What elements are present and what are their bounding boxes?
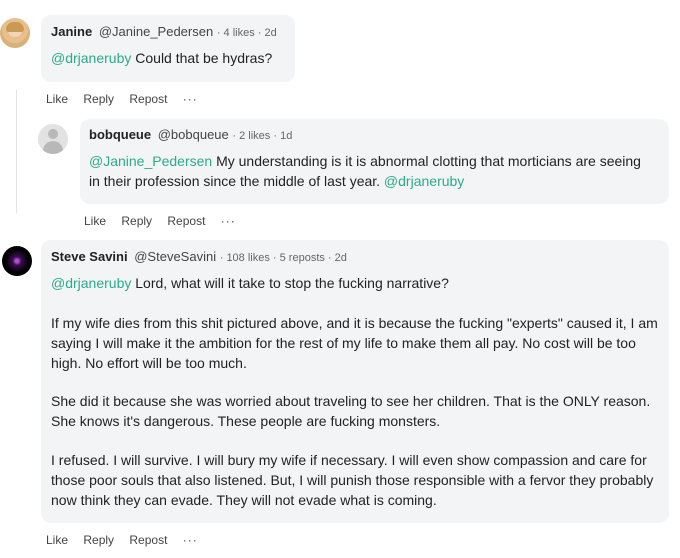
comment-stats: · 108 likes · 5 reposts · 2d [219,252,347,264]
mention-link[interactable]: @Janine_Pedersen [89,153,212,169]
avatar[interactable] [2,246,32,276]
author-name[interactable]: Janine [51,24,92,39]
comment-meta: Steve Savini @SteveSavini · 108 likes · … [51,249,347,264]
comment-text: @drjaneruby Lord, what will it take to s… [51,273,661,293]
more-options-icon[interactable]: ··· [221,214,236,228]
reply-button[interactable]: Reply [121,214,152,228]
like-button[interactable]: Like [46,533,68,547]
author-handle[interactable]: @SteveSavini [134,249,216,264]
repost-button[interactable]: Repost [129,533,167,547]
author-handle[interactable]: @Janine_Pedersen [99,24,213,39]
more-options-icon[interactable]: ··· [183,533,198,547]
like-button[interactable]: Like [84,214,106,228]
thread-line [16,90,17,213]
comment-actions: Like Reply Repost ··· [46,533,210,547]
repost-button[interactable]: Repost [129,92,167,106]
comment-meta: Janine @Janine_Pedersen · 4 likes · 2d [51,24,277,39]
mention-link[interactable]: @drjaneruby [51,50,131,66]
default-avatar-body [43,141,63,154]
author-name[interactable]: Steve Savini [51,249,128,264]
avatar[interactable] [38,124,68,154]
reply-button[interactable]: Reply [83,92,114,106]
comment-paragraph: She did it because she was worried about… [51,393,651,429]
like-button[interactable]: Like [46,92,68,106]
comment-stats: · 2 likes · 1d [232,130,293,142]
author-handle[interactable]: @bobqueue [158,127,229,142]
comment-paragraph: I refused. I will survive. I will bury m… [51,452,654,508]
comment-actions: Like Reply Repost ··· [46,92,210,106]
comment-stats: · 4 likes · 2d [216,27,277,39]
comment-meta: bobqueue @bobqueue · 2 likes · 1d [89,127,292,142]
comment-text: @drjaneruby Could that be hydras? [51,48,289,68]
comment-body: Lord, what will it take to stop the fuck… [131,275,449,291]
default-avatar-head [48,129,58,139]
more-options-icon[interactable]: ··· [183,92,198,106]
mention-link[interactable]: @drjaneruby [380,173,464,189]
comment-body: Could that be hydras? [131,50,273,66]
repost-button[interactable]: Repost [167,214,205,228]
comment-actions: Like Reply Repost ··· [84,214,248,228]
reply-button[interactable]: Reply [83,533,114,547]
mention-link[interactable]: @drjaneruby [51,275,131,291]
comment-text: @Janine_Pedersen My understanding is it … [89,151,649,191]
comment-paragraph: If my wife dies from this shit pictured … [51,315,658,371]
author-name[interactable]: bobqueue [89,127,151,142]
avatar[interactable] [0,18,30,48]
